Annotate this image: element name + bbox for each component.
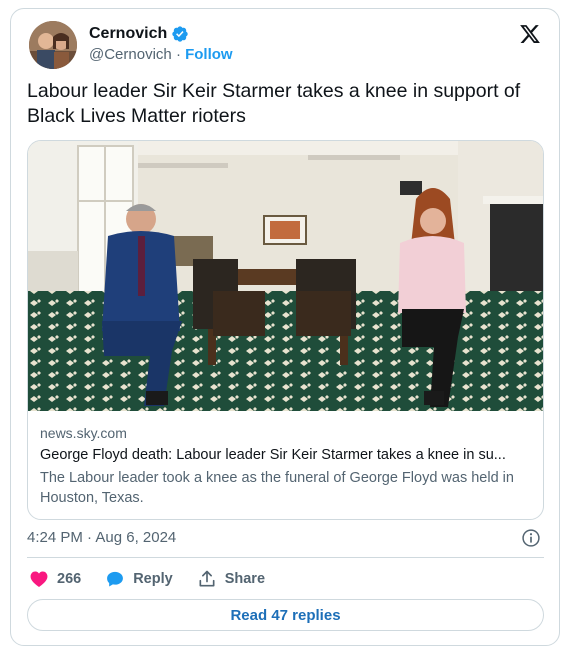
follow-button[interactable]: Follow — [185, 46, 233, 63]
author-display-name[interactable]: Cernovich — [89, 25, 167, 43]
verified-badge-icon — [172, 26, 188, 42]
author-handle[interactable]: @Cernovich — [89, 46, 172, 63]
handle-separator: · — [175, 46, 181, 63]
link-preview-photo — [28, 141, 543, 411]
read-replies-button[interactable]: Read 47 replies — [27, 599, 544, 631]
tweet-embed-card: Cernovich @Cernovich · Follow Labour lea… — [10, 8, 560, 646]
x-logo-icon[interactable] — [519, 23, 541, 45]
heart-icon — [30, 571, 48, 587]
read-replies-label: Read 47 replies — [230, 606, 341, 624]
link-description: The Labour leader took a knee as the fun… — [40, 470, 514, 506]
info-icon[interactable] — [521, 528, 541, 548]
tweet-timestamp[interactable]: 4:24 PM · Aug 6, 2024 — [27, 529, 176, 546]
share-label: Share — [224, 571, 266, 587]
reply-bubble-icon — [107, 571, 124, 587]
link-preview-meta: news.sky.com George Floyd death: Labour … — [28, 411, 543, 508]
tweet-text: Labour leader Sir Keir Starmer takes a k… — [27, 80, 521, 127]
like-count: 266 — [57, 571, 82, 587]
avatar-image — [29, 21, 77, 69]
reply-label: Reply — [133, 571, 173, 587]
tweet-actions: 266 Reply Share — [29, 569, 289, 589]
link-title: George Floyd death: Labour leader Sir Ke… — [40, 447, 506, 463]
like-button[interactable]: 266 — [29, 569, 81, 589]
link-domain: news.sky.com — [40, 425, 127, 441]
author-handle-row: @Cernovich · Follow — [89, 46, 233, 63]
author-avatar[interactable] — [29, 21, 77, 69]
divider — [27, 557, 544, 558]
share-upload-icon — [199, 570, 215, 587]
link-preview-card[interactable]: news.sky.com George Floyd death: Labour … — [27, 140, 544, 520]
share-button[interactable]: Share — [197, 569, 265, 589]
author-block: Cernovich @Cernovich · Follow — [89, 25, 233, 63]
author-name-row: Cernovich — [89, 25, 233, 43]
reply-button[interactable]: Reply — [105, 569, 173, 589]
